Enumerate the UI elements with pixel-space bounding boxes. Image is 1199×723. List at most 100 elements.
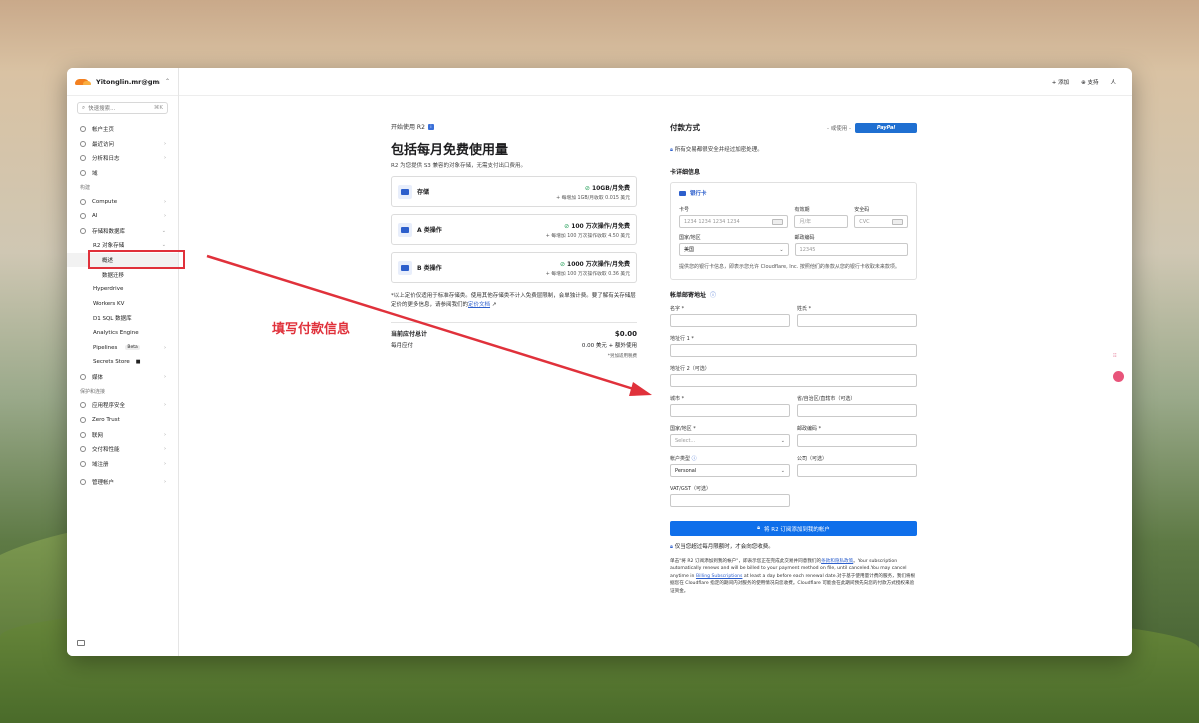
tier-card-storage: 存储 ⊘ 10GB/月免费 + 每增加 1GB/月收取 0.015 美元	[391, 176, 637, 207]
storage-icon	[398, 184, 412, 199]
sidebar-section-protect: 保护和连接	[80, 388, 106, 395]
beta-badge: Beta	[125, 345, 140, 351]
billing-subscriptions-link[interactable]: Billing Subscriptions	[696, 574, 742, 579]
check-circle-icon: ⊘	[584, 184, 590, 192]
billing-title: 帐单邮寄地址	[670, 292, 707, 299]
chevron-right-icon: ›	[164, 460, 166, 467]
sidebar-item-registrar[interactable]: 域注册 ›	[67, 456, 178, 471]
chevron-updown-icon: ⌃	[164, 78, 170, 85]
lock-icon: 🔒︎	[757, 525, 761, 531]
sidebar-item-hyperdrive[interactable]: Hyperdrive	[67, 282, 178, 297]
address2-field[interactable]	[670, 374, 917, 387]
media-icon	[80, 373, 86, 380]
cvc-card-icon	[892, 218, 904, 225]
chevron-down-icon: ⌄	[161, 227, 166, 234]
vat-field[interactable]	[670, 494, 790, 507]
chevron-right-icon: ›	[164, 140, 166, 147]
vat-label: VAT/GST（可选）	[670, 486, 711, 492]
sidebar-item-analytics-engine[interactable]: Analytics Engine	[67, 326, 178, 341]
monthly-value: 0.00 美元 + 额外使用	[581, 342, 637, 349]
sidebar-item-app-security[interactable]: 应用程序安全 ›	[67, 398, 178, 413]
due-now-label: 当前应付总计	[391, 331, 428, 338]
sidebar-item-recent[interactable]: 最近访问 ›	[67, 137, 178, 152]
chevron-right-icon: ›	[164, 431, 166, 438]
top-bar: + 添加 ⊕ 支持 人	[179, 68, 1132, 96]
side-widget-icon[interactable]: ⁝⁝	[1113, 352, 1122, 361]
app-window: Yitonglin.mr@gmail.... ⌃ ⌕ 快速搜索... ⌘K 帐户…	[67, 68, 1132, 656]
search-shortcut: ⌘K	[153, 105, 163, 111]
company-field[interactable]	[797, 464, 917, 477]
tier-card-class-b: B 类操作 ⊘ 1000 万次操作/月免费 + 每增加 100 万次操作收取 0.…	[391, 252, 637, 283]
address2-label: 地址行 2（可选）	[670, 366, 710, 372]
account-type-select[interactable]: Personal ⌄	[670, 464, 790, 477]
last-name-field[interactable]	[797, 314, 917, 327]
info-icon[interactable]: ⓘ	[710, 290, 716, 299]
sidebar-item-workers-kv[interactable]: Workers KV	[67, 297, 178, 312]
sidebar-item-domains[interactable]: 域	[67, 166, 178, 181]
user-menu-icon[interactable]: 人	[1110, 78, 1116, 86]
account-type-label: 帐户类型 ⓘ	[670, 456, 697, 462]
first-name-field[interactable]	[670, 314, 790, 327]
globe-icon	[80, 170, 86, 177]
city-field[interactable]	[670, 404, 790, 417]
info-icon[interactable]: ⓘ	[692, 456, 697, 462]
search-input[interactable]: ⌕ 快速搜索... ⌘K	[77, 102, 168, 114]
add-r2-subscription-button[interactable]: 🔒︎ 将 R2 订阅添加到我的帐户	[670, 521, 917, 536]
chevron-right-icon: ›	[164, 198, 166, 205]
cvc-input[interactable]: CVC	[854, 215, 909, 228]
terms-privacy-link[interactable]: 条款和隐私政策	[821, 559, 853, 564]
new-badge-icon: ■	[135, 359, 141, 366]
sidebar-item-r2-migration[interactable]: 数据迁移	[67, 267, 178, 282]
payment-panel: 付款方式 - 或使用 - PayPal 🔒︎ 所有交易都很安全并经过加密处理。 卡…	[670, 122, 917, 595]
sidebar-item-storage[interactable]: 存储和数据库 ⌄	[67, 224, 178, 239]
address1-field[interactable]	[670, 344, 917, 357]
zero-trust-icon	[80, 416, 86, 423]
first-name-label: 名字 *	[670, 306, 685, 312]
sidebar-item-d1[interactable]: D1 SQL 数据库	[67, 311, 178, 326]
sidebar-item-manage-account[interactable]: 管理帐户 ›	[67, 475, 178, 490]
sidebar: Yitonglin.mr@gmail.... ⌃ ⌕ 快速搜索... ⌘K 帐户…	[67, 68, 179, 656]
sidebar-item-analytics[interactable]: 分析和日志 ›	[67, 151, 178, 166]
company-label: 公司（可选）	[797, 456, 828, 462]
sidebar-item-compute[interactable]: Compute ›	[67, 194, 178, 209]
registrar-icon	[80, 460, 86, 467]
gear-icon	[80, 479, 86, 486]
postal-input[interactable]: 12345	[794, 243, 908, 256]
expiry-input[interactable]: 月/年	[794, 215, 849, 228]
address1-label: 地址行 1 *	[670, 336, 694, 342]
paypal-button[interactable]: PayPal	[855, 122, 917, 133]
sidebar-nav: 帐户主页 最近访问 › 分析和日志 › 域 构建 Compute › AI › 存储和数…	[67, 122, 178, 490]
billing-postal-field[interactable]	[797, 434, 917, 447]
info-icon[interactable]: i	[427, 123, 434, 130]
state-field[interactable]	[797, 404, 917, 417]
collapse-sidebar-icon[interactable]	[77, 640, 85, 646]
sidebar-item-media[interactable]: 媒体 ›	[67, 370, 178, 385]
chart-icon	[80, 155, 86, 162]
ai-icon	[80, 213, 86, 220]
account-switcher[interactable]: Yitonglin.mr@gmail.... ⌃	[67, 68, 178, 96]
billing-country-select[interactable]: Select... ⌄	[670, 434, 790, 447]
card-tab[interactable]: 银行卡	[679, 189, 908, 206]
country-select[interactable]: 美国 ⌄	[679, 243, 789, 256]
card-section-title: 卡详细信息	[670, 169, 701, 176]
card-number-input[interactable]: 1234 1234 1234 1234	[679, 215, 789, 228]
country-label: 国家/地区	[679, 235, 701, 241]
sidebar-item-ai[interactable]: AI ›	[67, 209, 178, 224]
sidebar-item-pipelines[interactable]: Pipelines Beta ›	[67, 340, 178, 355]
support-button[interactable]: ⊕ 支持	[1081, 78, 1098, 86]
chevron-down-icon: ⌄	[780, 437, 785, 444]
or-use-label: - 或使用 -	[827, 125, 851, 132]
pricing-docs-link[interactable]: 定价文档	[468, 302, 490, 308]
sidebar-item-networking[interactable]: 联网 ›	[67, 427, 178, 442]
sidebar-item-delivery[interactable]: 交付和性能 ›	[67, 442, 178, 457]
sidebar-item-secrets-store[interactable]: Secrets Store ■	[67, 355, 178, 370]
side-widget-button[interactable]	[1113, 371, 1124, 382]
account-name: Yitonglin.mr@gmail....	[96, 77, 160, 86]
tax-note: *另加适用税费	[607, 354, 637, 359]
sidebar-item-zero-trust[interactable]: Zero Trust	[67, 413, 178, 428]
terms-text: 单击"将 R2 订阅添加到我的帐户"，即表示您正在完成此交易并同意我们的条款和隐…	[670, 559, 916, 594]
sidebar-item-home[interactable]: 帐户主页	[67, 122, 178, 137]
chevron-right-icon: ›	[164, 446, 166, 453]
chevron-right-icon: ›	[164, 344, 166, 351]
add-button[interactable]: + 添加	[1052, 78, 1069, 86]
